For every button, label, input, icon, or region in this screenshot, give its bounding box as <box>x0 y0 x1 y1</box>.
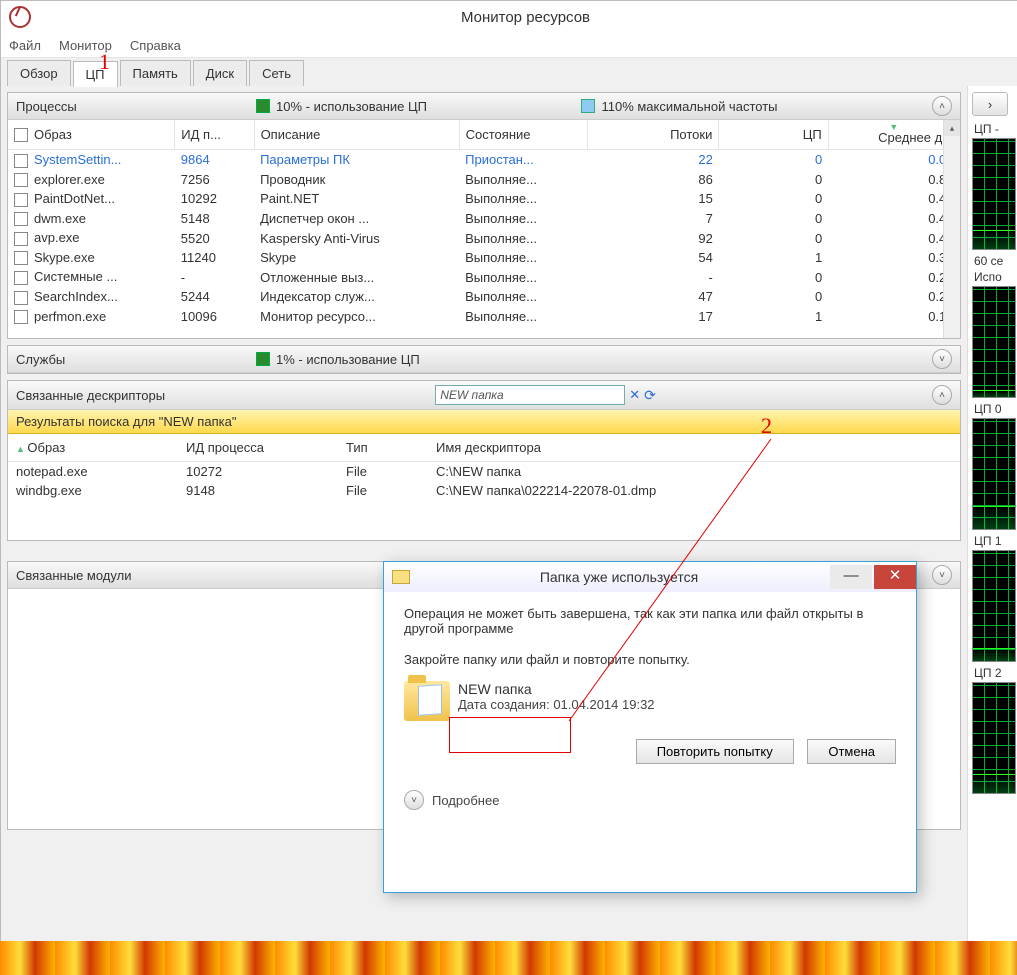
desktop-background-strip <box>0 941 1017 975</box>
resource-monitor-window: 1 2 Монитор ресурсов Файл Монитор Справк… <box>0 0 1017 943</box>
annotation-1: 1 <box>99 49 110 75</box>
annotation-arrow <box>1 1 1017 942</box>
annotation-2: 2 <box>761 413 772 439</box>
